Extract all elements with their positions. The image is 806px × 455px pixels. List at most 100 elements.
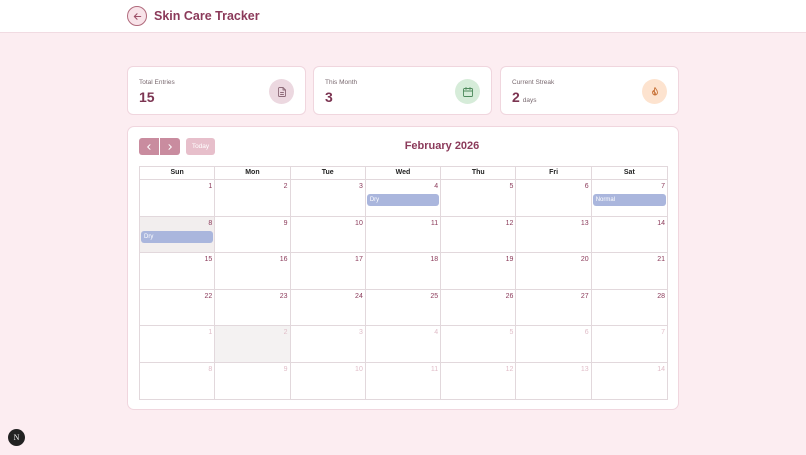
calendar-icon — [455, 79, 480, 104]
calendar-day-cell[interactable]: 20 — [516, 253, 592, 290]
day-number: 11 — [430, 219, 439, 227]
day-number: 22 — [204, 292, 213, 300]
day-number: 9 — [283, 219, 288, 227]
stat-unit: days — [522, 97, 537, 104]
calendar-day-cell[interactable]: 10 — [291, 362, 366, 399]
weekday-header: Thu — [441, 167, 517, 180]
calendar-day-cell[interactable]: 22 — [140, 289, 216, 326]
calendar-day-cell[interactable]: 5 — [441, 326, 517, 363]
stat-card-current-streak: Current Streak 2 days — [500, 66, 679, 115]
weekday-header: Mon — [215, 167, 291, 180]
calendar-day-cell[interactable]: 11 — [365, 216, 442, 253]
day-number: 6 — [584, 183, 589, 190]
calendar-day-cell[interactable]: 6 — [516, 326, 592, 363]
calendar-day-cell[interactable]: 6 — [516, 180, 592, 217]
skin-entry-badge[interactable]: Dry — [366, 194, 440, 206]
day-number: 18 — [430, 256, 439, 263]
day-number: 7 — [661, 329, 665, 336]
stat-label: Total Entries — [139, 79, 175, 86]
day-number: 10 — [355, 365, 363, 373]
day-number: 26 — [505, 292, 514, 300]
day-number: 14 — [657, 365, 665, 373]
calendar-day-cell[interactable]: 14 — [592, 363, 667, 400]
calendar-day-cell[interactable]: 7 Normal — [591, 180, 667, 217]
day-number: 27 — [580, 292, 589, 300]
day-number: 5 — [509, 183, 514, 190]
stat-card-total-entries: Total Entries 15 — [127, 66, 306, 115]
calendar-day-cell[interactable]: 1 — [140, 180, 216, 217]
day-number: 12 — [505, 219, 514, 227]
calendar-day-cell[interactable]: 2 — [215, 180, 291, 217]
calendar-day-cell[interactable]: 16 — [215, 253, 291, 290]
calendar-day-cell[interactable]: 13 — [516, 216, 592, 253]
back-button[interactable] — [127, 6, 147, 26]
stat-value: 15 — [139, 89, 155, 105]
day-number: 4 — [434, 329, 439, 336]
calendar-day-cell[interactable]: 4 Dry — [365, 180, 442, 217]
day-number: 13 — [580, 219, 589, 227]
day-number: 10 — [355, 219, 363, 227]
day-number: 3 — [358, 329, 363, 336]
calendar-day-cell[interactable]: 8 Dry — [140, 216, 216, 253]
weekday-header: Fri — [516, 167, 592, 180]
calendar-day-cell[interactable]: 8 — [140, 362, 216, 399]
day-number: 2 — [283, 183, 288, 190]
day-number: 9 — [283, 365, 288, 373]
stat-value: 2 days — [512, 89, 537, 105]
calendar-day-cell[interactable]: 2 — [215, 326, 291, 363]
calendar-grid: Sun Mon Tue Wed Thu Fri Sat 1 2 3 4 Dry 5 6 7 Normal 8 Dr… — [139, 166, 668, 400]
day-number: 5 — [509, 329, 514, 336]
calendar-day-cell[interactable]: 14 — [591, 217, 667, 253]
stat-value: 3 — [325, 89, 333, 105]
calendar-day-cell[interactable]: 9 — [215, 362, 291, 399]
weekday-header: Sat — [591, 167, 667, 180]
calendar-day-cell[interactable]: 19 — [441, 253, 517, 290]
stat-label: This Month — [325, 79, 358, 86]
skin-entry-badge[interactable]: Dry — [141, 230, 214, 243]
document-icon — [269, 79, 294, 104]
stat-label: Current Streak — [512, 79, 555, 86]
top-bar: Skin Care Tracker — [0, 0, 806, 33]
calendar-day-cell[interactable]: 9 — [215, 216, 291, 253]
calendar-day-cell[interactable]: 21 — [591, 253, 667, 290]
day-number: 8 — [208, 219, 213, 227]
calendar-day-cell[interactable]: 26 — [441, 289, 517, 326]
flame-icon — [642, 79, 667, 104]
calendar-day-cell[interactable]: 3 — [290, 180, 366, 217]
day-number: 14 — [657, 219, 665, 227]
calendar-day-cell[interactable]: 28 — [591, 290, 667, 326]
day-number: 8 — [208, 365, 213, 373]
day-number: 4 — [434, 183, 439, 190]
day-number: 16 — [279, 256, 288, 263]
calendar-day-cell[interactable]: 23 — [215, 289, 291, 326]
dev-tools-badge[interactable]: N — [8, 429, 25, 446]
weekday-header: Tue — [290, 167, 366, 180]
arrow-left-icon — [133, 12, 141, 20]
day-number: 17 — [355, 256, 363, 263]
weekday-header: Sun — [140, 167, 216, 180]
stat-card-this-month: This Month 3 — [313, 66, 492, 115]
calendar-day-cell[interactable]: 1 — [140, 326, 216, 363]
calendar-day-cell[interactable]: 27 — [516, 289, 592, 326]
calendar-day-cell[interactable]: 5 — [441, 180, 517, 217]
calendar-day-cell[interactable]: 17 — [290, 253, 366, 290]
calendar-day-cell[interactable]: 12 — [441, 216, 517, 253]
day-number: 1 — [208, 329, 213, 336]
calendar-day-cell[interactable]: 12 — [441, 362, 517, 399]
calendar-day-cell[interactable]: 18 — [365, 253, 442, 290]
day-number: 6 — [584, 329, 589, 336]
calendar-day-cell[interactable]: 4 — [365, 326, 442, 363]
calendar-day-cell[interactable]: 3 — [290, 326, 366, 363]
day-number: 2 — [283, 329, 288, 336]
calendar-day-cell[interactable]: 13 — [516, 362, 592, 399]
day-number: 20 — [580, 256, 589, 263]
calendar-day-cell[interactable]: 10 — [290, 216, 366, 253]
skin-entry-badge[interactable]: Normal — [592, 194, 666, 206]
weekday-header: Wed — [365, 167, 442, 180]
calendar-day-cell[interactable]: 7 — [591, 326, 667, 363]
calendar-day-cell[interactable]: 24 — [290, 289, 366, 326]
calendar-day-cell[interactable]: 11 — [366, 362, 442, 399]
calendar-day-cell[interactable]: 15 — [140, 253, 216, 290]
calendar-day-cell[interactable]: 25 — [365, 289, 442, 326]
day-number: 21 — [657, 256, 665, 263]
